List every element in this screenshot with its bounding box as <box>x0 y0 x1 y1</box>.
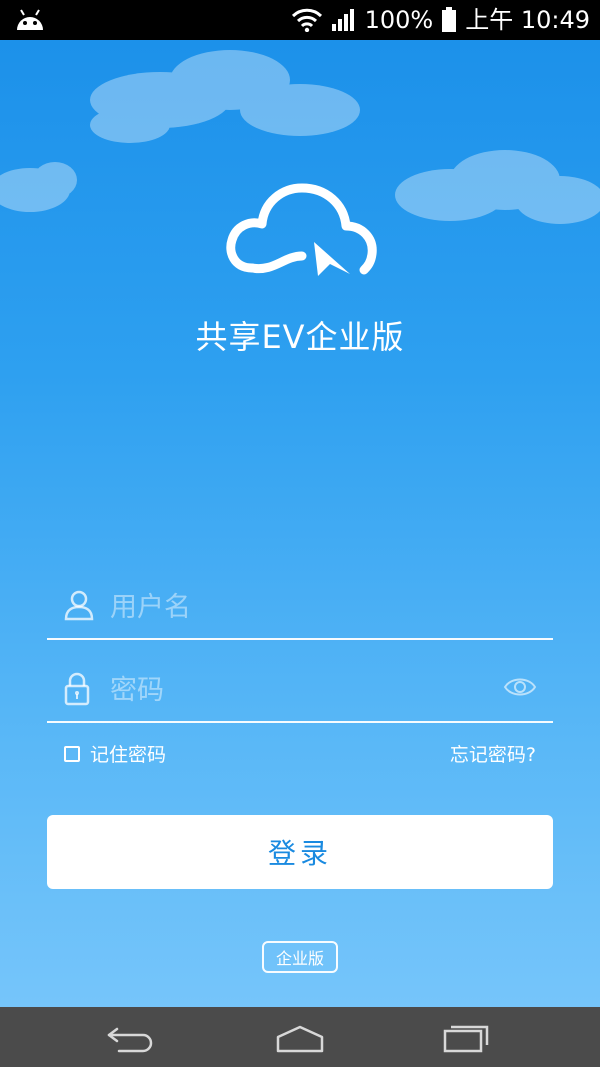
username-field <box>47 578 553 640</box>
android-icon <box>17 9 43 30</box>
edition-badge: 企业版 <box>262 941 338 973</box>
navigation-bar <box>0 1007 600 1067</box>
cloud-decoration <box>90 50 360 143</box>
cloud-decoration <box>395 150 600 224</box>
lock-icon <box>64 672 90 706</box>
signal-icon <box>331 9 354 31</box>
status-bar: 100% 上午 10:49 <box>0 0 600 40</box>
back-icon[interactable] <box>103 1019 163 1055</box>
app-title: 共享EV企业版 <box>195 318 405 356</box>
login-screen: 100% 上午 10:49 共享EV企业版 用户名 记住密码 忘记密码? 登录 … <box>0 0 600 1067</box>
eye-icon[interactable] <box>503 675 537 699</box>
battery-icon <box>442 7 457 32</box>
app-logo-icon <box>226 183 377 276</box>
user-icon <box>64 590 94 621</box>
battery-percent: 100% <box>364 6 434 34</box>
cloud-decoration <box>0 162 77 212</box>
remember-password-option[interactable]: 记住密码 <box>64 740 166 767</box>
password-field <box>47 661 553 723</box>
home-icon[interactable] <box>270 1019 330 1055</box>
username-input[interactable] <box>110 578 490 636</box>
forgot-password-link[interactable]: 忘记密码? <box>450 740 536 767</box>
remember-password-label: 记住密码 <box>90 744 167 766</box>
clock: 上午 10:49 <box>465 6 590 34</box>
wifi-icon <box>291 8 322 32</box>
login-button[interactable]: 登录 <box>47 815 553 889</box>
password-input[interactable] <box>110 661 490 719</box>
recent-apps-icon[interactable] <box>437 1019 497 1055</box>
status-indicators: 100% 上午 10:49 <box>291 0 590 40</box>
remember-password-checkbox[interactable] <box>64 745 80 762</box>
